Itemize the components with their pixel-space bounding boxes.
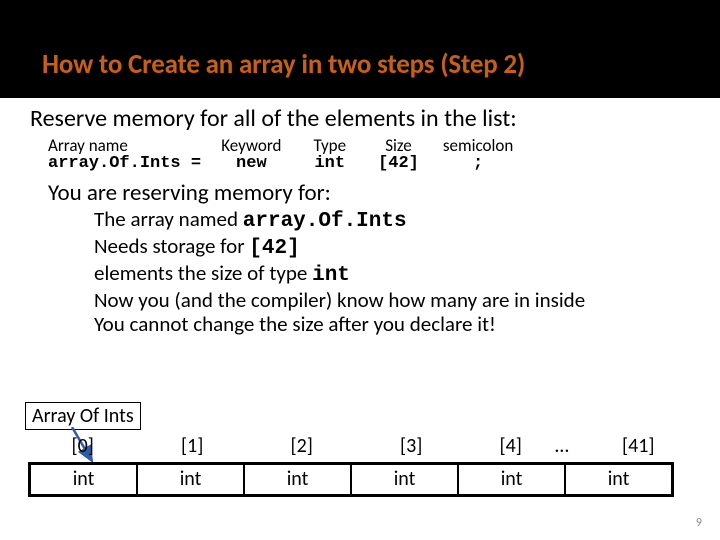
code-type: int: [313, 155, 346, 173]
heading-reserve: Reserve memory for all of the elements i…: [30, 104, 710, 133]
line-2-text: Needs storage for: [94, 233, 249, 259]
code-arrayname: array.Of.Ints =: [48, 155, 211, 173]
array-label-box: Array Of Ints: [25, 402, 141, 430]
heading-reserving-for: You are reserving memory for:: [48, 179, 710, 207]
label-size: Size: [378, 137, 419, 155]
line-1: The array named array.Of.Ints: [94, 207, 710, 234]
label-arrayname: Array name: [48, 137, 211, 155]
cell-2: int: [245, 465, 352, 494]
index-0: [0]: [28, 434, 137, 458]
title-bar: How to Create an array in two steps (Ste…: [0, 0, 720, 98]
line-4: Now you (and the compiler) know how many…: [94, 288, 710, 312]
line-2: Needs storage for [42]: [94, 234, 710, 261]
col-semicolon: semicolon ;: [443, 137, 513, 173]
slide: How to Create an array in two steps (Ste…: [0, 0, 720, 540]
line-1-text: The array named: [94, 206, 243, 232]
index-41: [41]: [584, 434, 693, 458]
bullet-list: The array named array.Of.Ints Needs stor…: [94, 207, 710, 337]
line-3-text: elements the size of type: [94, 260, 312, 286]
content-area: Reserve memory for all of the elements i…: [30, 104, 710, 336]
label-keyword: Keyword: [221, 137, 281, 155]
cell-5: int: [566, 465, 671, 494]
line-1-code: array.Of.Ints: [243, 210, 407, 233]
index-3: [3]: [356, 434, 465, 458]
line-5: You cannot change the size after you dec…: [94, 312, 710, 336]
index-row: [0] [1] [2] [3] [4] [41]: [28, 434, 693, 458]
cell-0: int: [31, 465, 138, 494]
index-4: [4]: [466, 434, 556, 458]
array-cells: int int int int int int: [28, 462, 674, 497]
line-2-code: [42]: [249, 237, 299, 260]
index-2: [2]: [247, 434, 356, 458]
col-arrayname: Array name array.Of.Ints =: [48, 137, 211, 173]
cell-3: int: [352, 465, 459, 494]
slide-title: How to Create an array in two steps (Ste…: [42, 48, 525, 81]
col-size: Size [42]: [378, 137, 419, 173]
cell-4: int: [459, 465, 566, 494]
line-3-code: int: [312, 264, 350, 287]
ellipsis: …: [555, 434, 569, 458]
col-keyword: Keyword new: [221, 137, 281, 173]
label-semicolon: semicolon: [443, 137, 513, 155]
index-1: [1]: [137, 434, 246, 458]
cell-1: int: [138, 465, 245, 494]
line-3: elements the size of type int: [94, 261, 710, 288]
code-semicolon: ;: [443, 155, 513, 173]
label-type: Type: [313, 137, 346, 155]
code-keyword: new: [221, 155, 281, 173]
col-type: Type int: [313, 137, 346, 173]
code-declaration-row: Array name array.Of.Ints = Keyword new T…: [48, 137, 710, 173]
code-size: [42]: [378, 155, 419, 173]
page-number: 9: [696, 516, 702, 530]
